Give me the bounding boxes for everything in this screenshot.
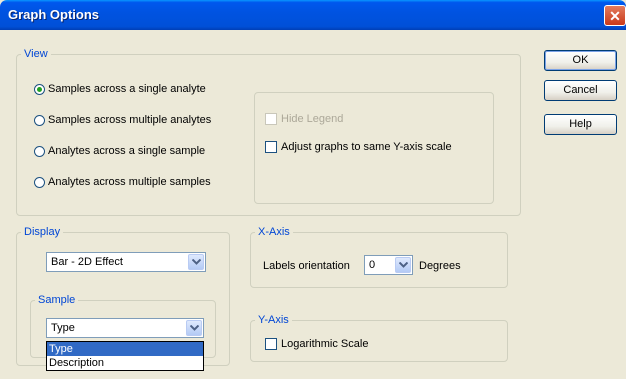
dialog-body: View Samples across a single analyte Sam… (0, 30, 626, 379)
help-button[interactable]: Help (544, 114, 617, 135)
sample-group-legend: Sample (38, 294, 76, 306)
sample-dropdown-list: Type Description (46, 341, 204, 371)
radio-icon (34, 145, 45, 157)
sample-select-value: Type (51, 322, 75, 334)
chevron-down-icon[interactable] (188, 254, 204, 270)
radio-label: Samples across multiple analytes (48, 114, 212, 126)
y-axis-group-legend: Y-Axis (258, 314, 289, 326)
chevron-down-icon[interactable] (186, 320, 202, 336)
display-type-value: Bar - 2D Effect (51, 256, 123, 268)
hide-legend-label: Hide Legend (281, 113, 344, 125)
sample-select[interactable]: Type (46, 318, 204, 338)
view-group-legend: View (24, 48, 48, 60)
radio-analytes-multiple-samples[interactable]: Analytes across multiple samples (34, 175, 211, 189)
degrees-label: Degrees (419, 260, 461, 272)
radio-samples-multiple-analytes[interactable]: Samples across multiple analytes (34, 113, 211, 127)
checkbox-icon (265, 113, 277, 125)
labels-orientation-select[interactable]: 0 (364, 255, 413, 275)
logarithmic-scale-checkbox[interactable]: Logarithmic Scale (265, 337, 368, 351)
adjust-scale-checkbox[interactable]: Adjust graphs to same Y-axis scale (265, 140, 452, 154)
adjust-scale-label: Adjust graphs to same Y-axis scale (281, 141, 452, 153)
checkbox-icon (265, 141, 277, 153)
display-group-legend: Display (24, 226, 61, 238)
labels-orientation-label: Labels orientation (263, 260, 350, 272)
hide-legend-checkbox[interactable]: Hide Legend (265, 112, 343, 126)
radio-samples-single-analyte[interactable]: Samples across a single analyte (34, 82, 206, 96)
radio-selected-icon (34, 83, 45, 95)
logarithmic-scale-label: Logarithmic Scale (281, 338, 369, 350)
radio-icon (34, 176, 45, 188)
help-button-label: Help (569, 118, 592, 130)
radio-label: Samples across a single analyte (48, 83, 206, 95)
display-type-select[interactable]: Bar - 2D Effect (46, 252, 206, 272)
title-bar: Graph Options ✕ (0, 0, 626, 30)
cancel-button[interactable]: Cancel (544, 80, 617, 101)
chevron-down-icon[interactable] (395, 257, 411, 273)
ok-button[interactable]: OK (544, 50, 617, 71)
close-button[interactable]: ✕ (604, 5, 626, 26)
labels-orientation-value: 0 (369, 259, 376, 271)
ok-button-label: OK (572, 54, 589, 66)
checkbox-icon (265, 338, 277, 350)
dropdown-option-type[interactable]: Type (47, 342, 203, 356)
dropdown-option-description[interactable]: Description (47, 356, 203, 370)
radio-label: Analytes across a single sample (48, 145, 206, 157)
x-axis-group-legend: X-Axis (258, 226, 290, 238)
cancel-button-label: Cancel (563, 84, 598, 96)
radio-label: Analytes across multiple samples (48, 176, 211, 188)
radio-icon (34, 114, 45, 126)
radio-analytes-single-sample[interactable]: Analytes across a single sample (34, 144, 205, 158)
close-icon: ✕ (609, 8, 621, 24)
window-title: Graph Options (8, 7, 99, 22)
